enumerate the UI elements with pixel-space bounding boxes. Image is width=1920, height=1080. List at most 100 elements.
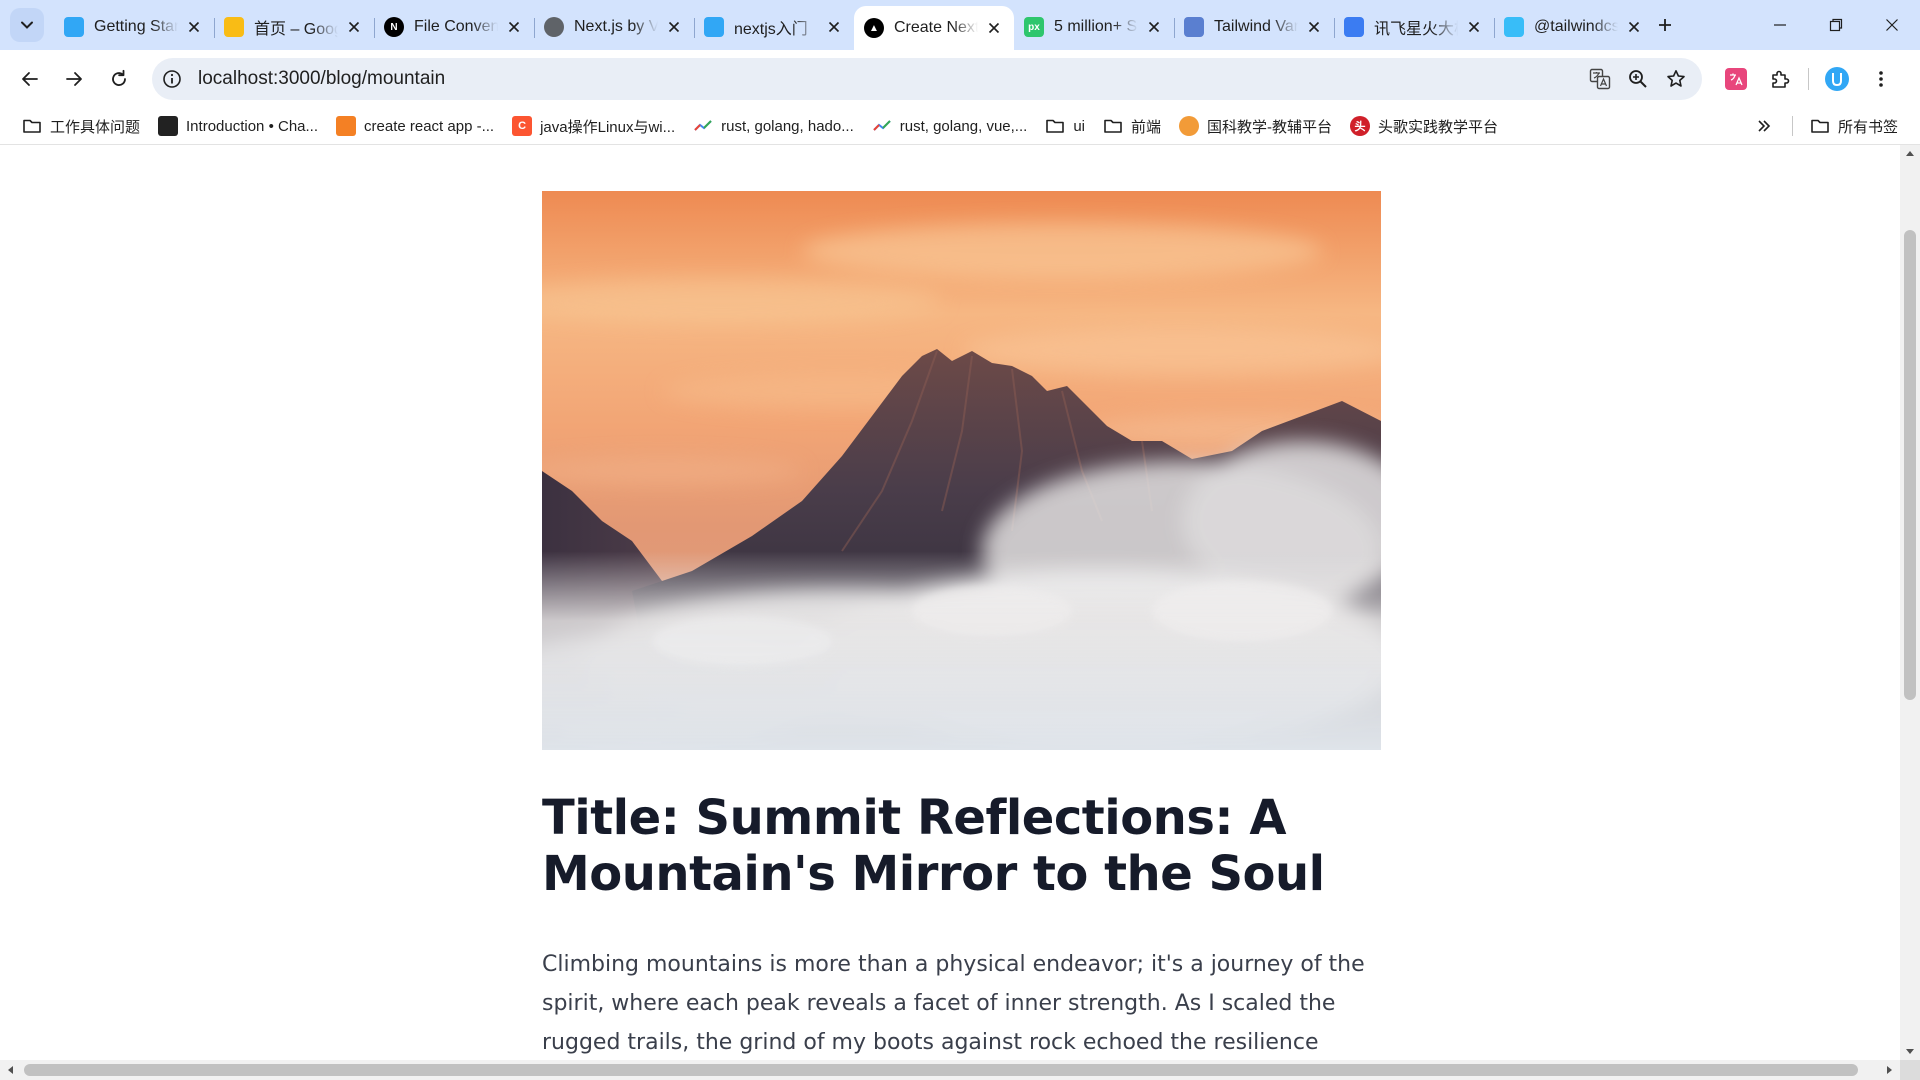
bookmark-2[interactable]: create react app -... [330, 112, 500, 140]
star-icon [1667, 70, 1685, 87]
vertical-scroll-thumb[interactable] [1904, 230, 1916, 700]
scroll-right-button[interactable] [1882, 1063, 1896, 1077]
close-icon [188, 21, 200, 33]
tab-close-button[interactable] [824, 17, 844, 37]
reload-icon [112, 69, 126, 86]
bookmark-1[interactable]: Introduction • Cha... [152, 112, 324, 140]
tab-strip: Getting Started 首页 – Google Drive N File Co… [0, 0, 1920, 50]
scroll-up-button[interactable] [1903, 147, 1917, 161]
tab-title: Next.js by Vercel [574, 18, 658, 35]
close-icon [1468, 21, 1480, 33]
close-icon [1886, 19, 1898, 31]
minimize-button[interactable] [1752, 0, 1808, 50]
tab-8[interactable]: 讯飞星火大模型 [1334, 8, 1494, 46]
profile-avatar[interactable] [1821, 63, 1853, 95]
scroll-down-button[interactable] [1903, 1044, 1917, 1058]
vertical-scrollbar[interactable] [1900, 145, 1920, 1060]
tab-close-button[interactable] [664, 17, 684, 37]
zoom-in-icon [1629, 70, 1647, 88]
all-bookmarks-button[interactable]: 所有书签 [1810, 108, 1898, 144]
tab-4[interactable]: nextjs入门 [694, 8, 854, 46]
info-icon[interactable] [162, 69, 182, 89]
extensions-button[interactable] [1764, 63, 1796, 95]
spark-icon [1344, 17, 1364, 37]
tab-5[interactable]: ▲ Create Next App [854, 6, 1014, 50]
toolbar: localhost:3000/blog/mountain [0, 50, 1920, 108]
scroll-left-button[interactable] [4, 1063, 18, 1077]
tab-title: File Conventions [414, 18, 498, 35]
bookmark-8[interactable]: 国科教学-教辅平台 [1173, 112, 1338, 140]
kebab-menu-icon [1879, 71, 1883, 87]
tab-7[interactable]: Tailwind Variants [1174, 8, 1334, 46]
close-window-button[interactable] [1864, 0, 1920, 50]
bookmark-label: rust, golang, hado... [721, 117, 854, 135]
bookmark-label: 头歌实践教学平台 [1378, 118, 1499, 136]
yuque-icon [704, 17, 724, 37]
translate-extension-button[interactable] [1720, 63, 1752, 95]
tab-close-button[interactable] [984, 18, 1004, 38]
restore-icon [1829, 18, 1843, 32]
folder-icon-wrap [22, 116, 42, 136]
tab-title: 首页 – Google Drive [254, 21, 338, 38]
puzzle-icon [1772, 70, 1790, 88]
tab-title: nextjs入门 [734, 21, 808, 38]
bookmark-5[interactable]: rust, golang, vue,... [866, 112, 1034, 140]
horizontal-scrollbar[interactable] [0, 1060, 1900, 1080]
reload-button[interactable] [103, 63, 135, 95]
forward-button[interactable] [58, 63, 90, 95]
horizontal-scroll-thumb[interactable] [24, 1064, 1858, 1076]
bookmark-0[interactable]: 工作具体问题 [16, 112, 146, 140]
new-tab-button[interactable] [1650, 10, 1680, 40]
tab-2[interactable]: N File Conventions [374, 8, 534, 46]
translate-button[interactable] [1584, 63, 1616, 95]
tab-close-button[interactable] [1304, 17, 1324, 37]
close-icon [1308, 21, 1320, 33]
zoom-button[interactable] [1622, 63, 1654, 95]
close-icon [508, 21, 520, 33]
scrollbar-corner [1900, 1060, 1920, 1080]
tab-close-button[interactable] [1144, 17, 1164, 37]
nextjs-icon: N [384, 17, 404, 37]
back-button[interactable] [14, 63, 46, 95]
bookmark-7[interactable]: 前端 [1097, 112, 1167, 140]
tab-close-button[interactable] [1464, 17, 1484, 37]
tab-close-button[interactable] [184, 17, 204, 37]
bookmark-3[interactable]: Cjava操作Linux与wi... [506, 112, 681, 140]
article-body: Climbing mountains is more than a physic… [542, 952, 1365, 1055]
tab-6[interactable]: px 5 million+ Stunning Free Images [1014, 8, 1174, 46]
close-icon [1148, 21, 1160, 33]
tab-title: 讯飞星火大模型 [1374, 21, 1458, 38]
bookmark-9[interactable]: 头头歌实践教学平台 [1344, 112, 1504, 140]
csdn-icon: C [512, 116, 533, 136]
tab-close-button[interactable] [504, 17, 524, 37]
pixabay-icon: px [1024, 17, 1044, 37]
translate-icon [1589, 68, 1611, 90]
bookmarks-bar: 工作具体问题 Introduction • Cha... create react … [0, 108, 1920, 145]
tab-3[interactable]: Next.js by Vercel [534, 8, 694, 46]
tab-9[interactable]: @tailwindcss/typography [1494, 8, 1654, 46]
tab-0[interactable]: Getting Started [54, 8, 214, 46]
bookmark-4[interactable]: rust, golang, hado... [687, 112, 860, 140]
folder-icon [1104, 119, 1122, 133]
article-title: Title: Summit Reflections: A Mountain's … [542, 790, 1325, 902]
tab-1[interactable]: 首页 – Google Drive [214, 8, 374, 46]
triangle-up-icon [1906, 151, 1914, 156]
close-icon [988, 22, 1000, 34]
restore-button[interactable] [1808, 0, 1864, 50]
bookmarks-overflow-button[interactable] [1750, 112, 1778, 140]
tab-search-button[interactable] [10, 8, 44, 42]
bookmark-star-button[interactable] [1660, 63, 1692, 95]
bookmark-6[interactable]: ui [1039, 112, 1091, 140]
double-chevron-right-icon [1758, 120, 1771, 132]
browser-menu-button[interactable] [1865, 63, 1897, 95]
tab-close-button[interactable] [344, 17, 364, 37]
address-bar[interactable]: localhost:3000/blog/mountain [152, 58, 1702, 100]
tab-close-button[interactable] [1624, 17, 1644, 37]
trends-icon-wrap [693, 116, 713, 136]
chevron-down-icon [21, 21, 33, 29]
all-bookmarks-label: 所有书签 [1838, 118, 1899, 136]
guoke-icon [1179, 116, 1200, 136]
url-text[interactable]: localhost:3000/blog/mountain [198, 68, 445, 90]
minimize-icon [1774, 24, 1786, 26]
close-icon [668, 21, 680, 33]
